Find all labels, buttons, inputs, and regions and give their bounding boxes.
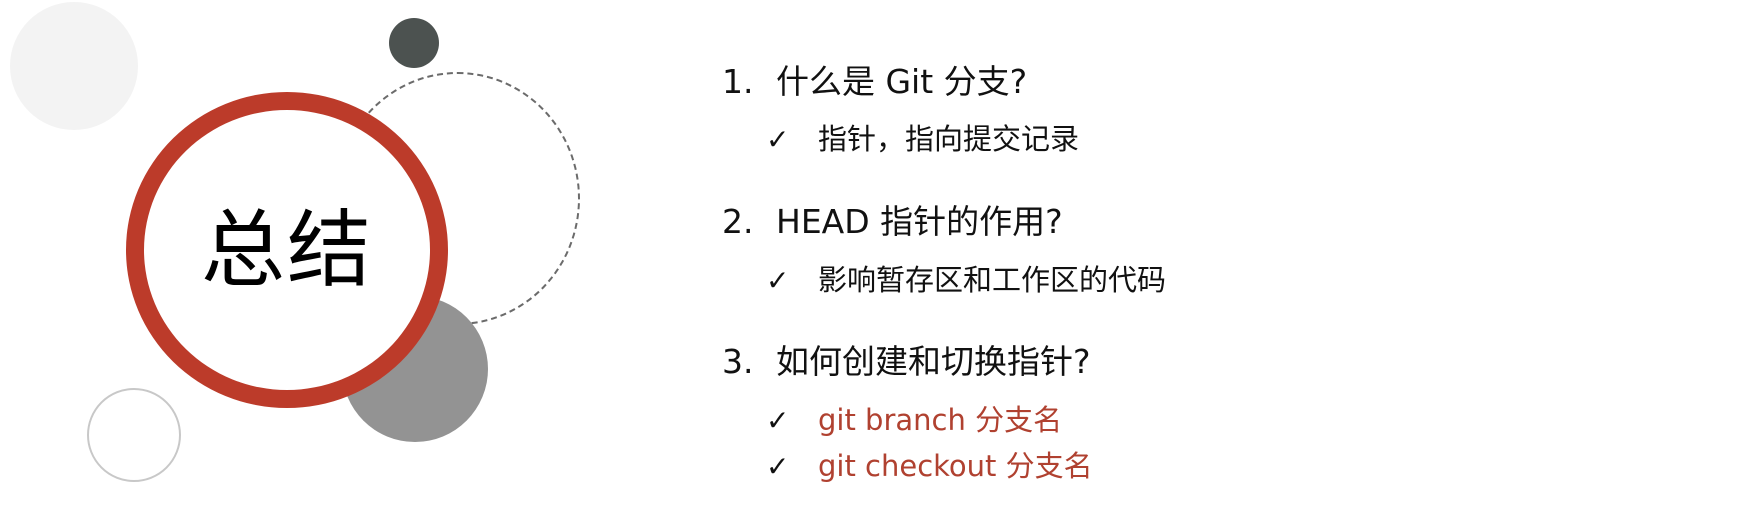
answer-1-1: ✓ 指针，指向提交记录 [766, 121, 1079, 158]
summary-list: 1. 什么是 Git 分支? ✓ 指针，指向提交记录 2. HEAD 指针的作用? ✓… [722, 0, 1722, 519]
answer-3-1: ✓ git branch 分支名 [766, 402, 1062, 439]
answer-text: 影响暂存区和工作区的代码 [818, 263, 1167, 297]
question-text: 如何创建和切换指针? [776, 342, 1091, 381]
question-2: 2. HEAD 指针的作用? [722, 202, 1063, 242]
answer-text: 指针，指向提交记录 [818, 122, 1080, 156]
question-number: 2. [722, 202, 754, 241]
command-text: git checkout 分支名 [818, 449, 1093, 483]
question-text: 什么是 Git 分支? [776, 62, 1028, 101]
answer-3-2: ✓ git checkout 分支名 [766, 448, 1093, 485]
checkmark-icon: ✓ [766, 123, 790, 156]
question-number: 3. [722, 342, 754, 381]
question-3: 3. 如何创建和切换指针? [722, 342, 1091, 382]
checkmark-icon: ✓ [766, 404, 790, 437]
title-ring: 总结 [126, 92, 448, 408]
command-text: git branch 分支名 [818, 403, 1063, 437]
question-1: 1. 什么是 Git 分支? [722, 62, 1027, 102]
question-text: HEAD 指针的作用? [776, 202, 1063, 241]
decorative-light-circle [10, 2, 138, 130]
answer-2-1: ✓ 影响暂存区和工作区的代码 [766, 262, 1166, 299]
slide-title: 总结 [200, 201, 373, 299]
question-number: 1. [722, 62, 754, 101]
checkmark-icon: ✓ [766, 450, 790, 483]
decorative-dark-dot [389, 18, 439, 68]
decorative-outline-circle [87, 388, 181, 482]
checkmark-icon: ✓ [766, 264, 790, 297]
